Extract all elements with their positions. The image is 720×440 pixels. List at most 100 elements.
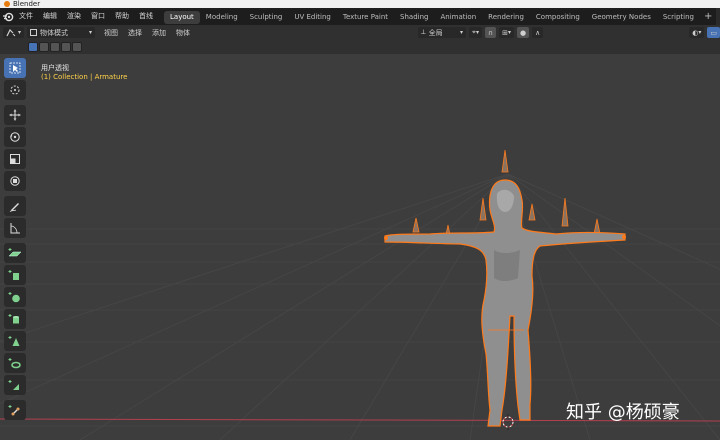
visibility-selector[interactable]: ◐ ▾	[689, 27, 705, 38]
mode-label: 物体模式	[40, 28, 69, 37]
character-mesh[interactable]	[384, 179, 626, 427]
add-cone-icon	[8, 336, 20, 346]
collection-info-label: (1) Collection | Armature	[41, 73, 128, 81]
falloff-selector[interactable]: ∧	[532, 27, 544, 38]
select-difference-icon[interactable]	[61, 42, 71, 52]
viewport-canvas	[0, 149, 720, 440]
proportional-icon: ●	[519, 28, 527, 37]
tool-cursor[interactable]	[4, 80, 26, 100]
torso-shading	[494, 250, 520, 281]
proportional-edit-toggle[interactable]: ●	[516, 27, 530, 38]
tab-layout[interactable]: Layout	[164, 11, 200, 24]
transform-controls: ⟂ 全局 ▾ ⌖ ▾ ∩ ⊞ ▾ ● ∧	[418, 27, 546, 38]
cursor-arrow-icon	[9, 62, 21, 74]
menu-object[interactable]: 物体	[171, 28, 195, 38]
tool-shelf	[4, 58, 28, 422]
scale-icon	[10, 154, 20, 164]
gizmo-toggle[interactable]: ▭	[707, 27, 720, 38]
move-icon	[9, 109, 21, 121]
menu-add[interactable]: 添加	[147, 28, 171, 38]
tab-compositing[interactable]: Compositing	[530, 11, 586, 24]
gizmo-icon: ▭	[710, 28, 717, 37]
top-bar: 文件 编辑 渲染 窗口 帮助 首线 Layout Modeling Sculpt…	[0, 8, 720, 25]
add-torus-icon	[8, 358, 21, 369]
tool-add-sphere[interactable]	[4, 287, 26, 307]
ruler-icon	[10, 223, 20, 234]
tab-sculpting[interactable]: Sculpting	[244, 11, 289, 24]
snap-toggle[interactable]: ∩	[484, 27, 497, 38]
tool-add-torus[interactable]	[4, 353, 26, 373]
tab-animation[interactable]: Animation	[434, 11, 482, 24]
chevron-down-icon: ▾	[18, 29, 22, 36]
menu-extra[interactable]: 首线	[134, 8, 158, 25]
tab-rendering[interactable]: Rendering	[482, 11, 530, 24]
scene-selector[interactable]	[716, 8, 720, 25]
snap-target-selector[interactable]: ⊞ ▾	[499, 27, 514, 38]
tool-add-cube[interactable]	[4, 265, 26, 285]
add-wedge-icon	[8, 380, 19, 390]
tool-transform[interactable]	[4, 171, 26, 191]
viewport-header: ▾ 物体模式 ▾ 视图 选择 添加 物体 ⟂ 全局 ▾ ⌖ ▾ ∩ ⊞ ▾ ● ∧	[0, 25, 720, 40]
tool-add-cone[interactable]	[4, 331, 26, 351]
editor-type-button[interactable]: ▾	[3, 27, 25, 38]
menu-render[interactable]: 渲染	[62, 8, 86, 25]
rotate-icon	[10, 132, 20, 142]
blender-logo-icon	[4, 1, 10, 7]
pencil-icon	[9, 203, 19, 212]
add-bone-icon	[8, 405, 20, 416]
mode-selector[interactable]: 物体模式 ▾	[27, 27, 96, 38]
chevron-down-icon: ▾	[459, 29, 463, 36]
3d-viewport[interactable]	[0, 54, 720, 440]
tab-scripting[interactable]: Scripting	[657, 11, 700, 24]
select-set-new-icon[interactable]	[28, 42, 38, 52]
selection-mode-group	[28, 42, 83, 52]
3d-cursor-icon[interactable]	[502, 414, 514, 430]
tool-select-box[interactable]	[4, 58, 26, 78]
tab-modeling[interactable]: Modeling	[200, 11, 244, 24]
tool-add-wedge[interactable]	[4, 375, 26, 395]
add-workspace-button[interactable]: +	[700, 8, 716, 25]
menu-select[interactable]: 选择	[123, 28, 147, 38]
watermark: 知乎 @杨硕豪	[566, 402, 680, 423]
add-sphere-icon	[8, 292, 20, 303]
chevron-down-icon: ▾	[698, 29, 702, 36]
tool-add-bone[interactable]	[4, 400, 26, 420]
add-cylinder-icon	[8, 314, 19, 324]
tab-geometry-nodes[interactable]: Geometry Nodes	[586, 11, 657, 24]
tool-settings-bar	[0, 40, 720, 54]
chevron-down-icon: ▾	[475, 29, 479, 36]
menu-help[interactable]: 帮助	[110, 8, 134, 25]
tab-texture-paint[interactable]: Texture Paint	[337, 11, 394, 24]
tab-uv-editing[interactable]: UV Editing	[288, 11, 337, 24]
select-extend-icon[interactable]	[39, 42, 49, 52]
menu-file[interactable]: 文件	[14, 8, 38, 25]
pivot-point-selector[interactable]: ⌖ ▾	[469, 27, 482, 38]
chevron-down-icon: ▾	[89, 29, 93, 36]
transform-orientation-selector[interactable]: ⟂ 全局 ▾	[418, 27, 466, 38]
3d-cursor-tool-icon	[10, 85, 20, 95]
tool-scale[interactable]	[4, 149, 26, 169]
tool-annotate[interactable]	[4, 196, 26, 216]
tool-rotate[interactable]	[4, 127, 26, 147]
blender-menu-icon[interactable]	[2, 8, 14, 25]
menu-window[interactable]: 窗口	[86, 8, 110, 25]
tool-add-cylinder[interactable]	[4, 309, 26, 329]
tool-measure[interactable]	[4, 218, 26, 238]
select-subtract-icon[interactable]	[50, 42, 60, 52]
transform-icon	[10, 176, 20, 186]
select-intersect-icon[interactable]	[72, 42, 82, 52]
window-title: Blender	[13, 0, 41, 8]
view-perspective-label: 用户透视	[41, 64, 69, 72]
add-cube-icon	[8, 270, 19, 280]
object-mode-icon	[30, 29, 38, 36]
viewport-display-controls: ◐ ▾ ▭	[689, 27, 720, 38]
magnet-icon: ∩	[487, 28, 494, 37]
tab-shading[interactable]: Shading	[394, 11, 434, 24]
tool-move[interactable]	[4, 105, 26, 125]
orientation-icon: ⟂	[421, 28, 426, 36]
menu-edit[interactable]: 编辑	[38, 8, 62, 25]
menu-view[interactable]: 视图	[99, 28, 123, 38]
editor-type-icon	[6, 28, 16, 36]
tool-add-plane[interactable]	[4, 243, 26, 263]
body-mesh[interactable]	[384, 179, 626, 427]
